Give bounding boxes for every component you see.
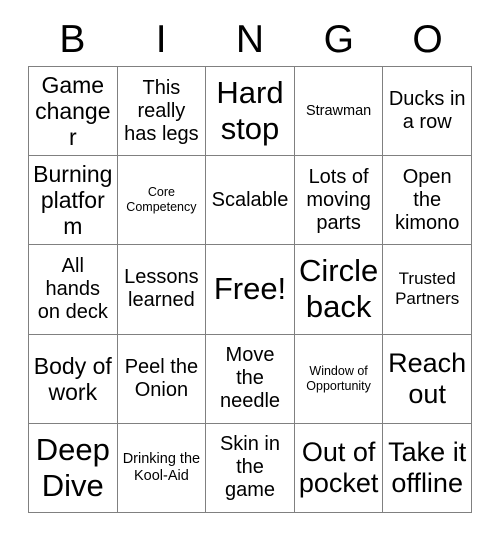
bingo-grid: Game changer This really has legs Hard sto… [28, 66, 472, 513]
bingo-cell[interactable]: Game changer [29, 67, 118, 157]
bingo-header-letter-o: O [412, 18, 443, 61]
bingo-cell-label: Burning platform [33, 161, 113, 240]
bingo-cell-label: Free! [213, 271, 287, 307]
bingo-cell-label: Ducks in a row [388, 88, 466, 134]
bingo-header-letter-n: N [235, 18, 265, 61]
bingo-cell-label: All hands on deck [37, 254, 108, 323]
bingo-cell-label: Take it offline [388, 436, 467, 498]
bingo-cell[interactable]: Strawman [294, 67, 384, 157]
bingo-cell[interactable]: Take it offline [383, 423, 472, 513]
bingo-cell-label: Peel the Onion [124, 355, 199, 401]
bingo-cell[interactable]: Window of Opportunity [294, 334, 384, 424]
bingo-cell[interactable]: Circle back [294, 245, 384, 335]
bingo-cell-label: Window of Opportunity [306, 363, 371, 393]
bingo-cell-label: Hard stop [216, 75, 284, 147]
bingo-cell-label: Circle back [298, 253, 379, 325]
bingo-cell[interactable]: Move the needle [206, 334, 295, 424]
bingo-cell-label: Scalable [211, 188, 289, 211]
bingo-cell-label: Drinking the Kool-Aid [122, 450, 201, 484]
bingo-cell[interactable]: Free! [206, 245, 295, 335]
bingo-cell-label: Open the kimono [394, 165, 460, 234]
bingo-cell-label: Core Competency [126, 185, 197, 215]
bingo-cell[interactable]: Lots of moving parts [294, 156, 384, 246]
bingo-cell[interactable]: Open the kimono [383, 156, 472, 246]
bingo-cell[interactable]: This really has legs [117, 67, 207, 157]
bingo-cell[interactable]: Deep Dive [29, 423, 118, 513]
bingo-cell[interactable]: Core Competency [117, 156, 207, 246]
bingo-header-letter-i: I [155, 18, 167, 61]
bingo-cell-label: Deep Dive [35, 431, 110, 503]
bingo-cell-label: Game changer [35, 72, 111, 151]
bingo-cell[interactable]: Trusted Partners [383, 245, 472, 335]
bingo-cell-label: Trusted Partners [395, 269, 460, 309]
bingo-cell[interactable]: Scalable [206, 156, 295, 246]
bingo-header-letter-b: B [59, 18, 86, 61]
bingo-cell[interactable]: Hard stop [206, 67, 295, 157]
bingo-cell-label: Lessons learned [124, 266, 199, 312]
bingo-cell-label: This really has legs [124, 76, 199, 145]
bingo-header-letter-g: G [323, 18, 354, 61]
bingo-cell-label: Move the needle [219, 344, 281, 413]
bingo-cell[interactable]: Skin in the game [206, 423, 295, 513]
bingo-cell[interactable]: Ducks in a row [383, 67, 472, 157]
bingo-cell[interactable]: Peel the Onion [117, 334, 207, 424]
bingo-cell[interactable]: All hands on deck [29, 245, 118, 335]
bingo-cell[interactable]: Lessons learned [117, 245, 207, 335]
bingo-header-row: B I N G O [28, 14, 472, 66]
bingo-cell[interactable]: Out of pocket [294, 423, 384, 513]
bingo-cell-label: Body of work [33, 352, 112, 405]
bingo-cell-label: Reach out [388, 347, 467, 409]
bingo-cell[interactable]: Reach out [383, 334, 472, 424]
bingo-cell-label: Skin in the game [219, 433, 280, 502]
bingo-cell-label: Out of pocket [298, 436, 379, 498]
bingo-cell[interactable]: Body of work [29, 334, 118, 424]
bingo-cell-label: Lots of moving parts [306, 165, 371, 234]
bingo-cell[interactable]: Drinking the Kool-Aid [117, 423, 207, 513]
bingo-cell[interactable]: Burning platform [29, 156, 118, 246]
bingo-cell-label: Strawman [305, 102, 372, 119]
bingo-card: B I N G O Game changer This really has le… [0, 0, 500, 544]
